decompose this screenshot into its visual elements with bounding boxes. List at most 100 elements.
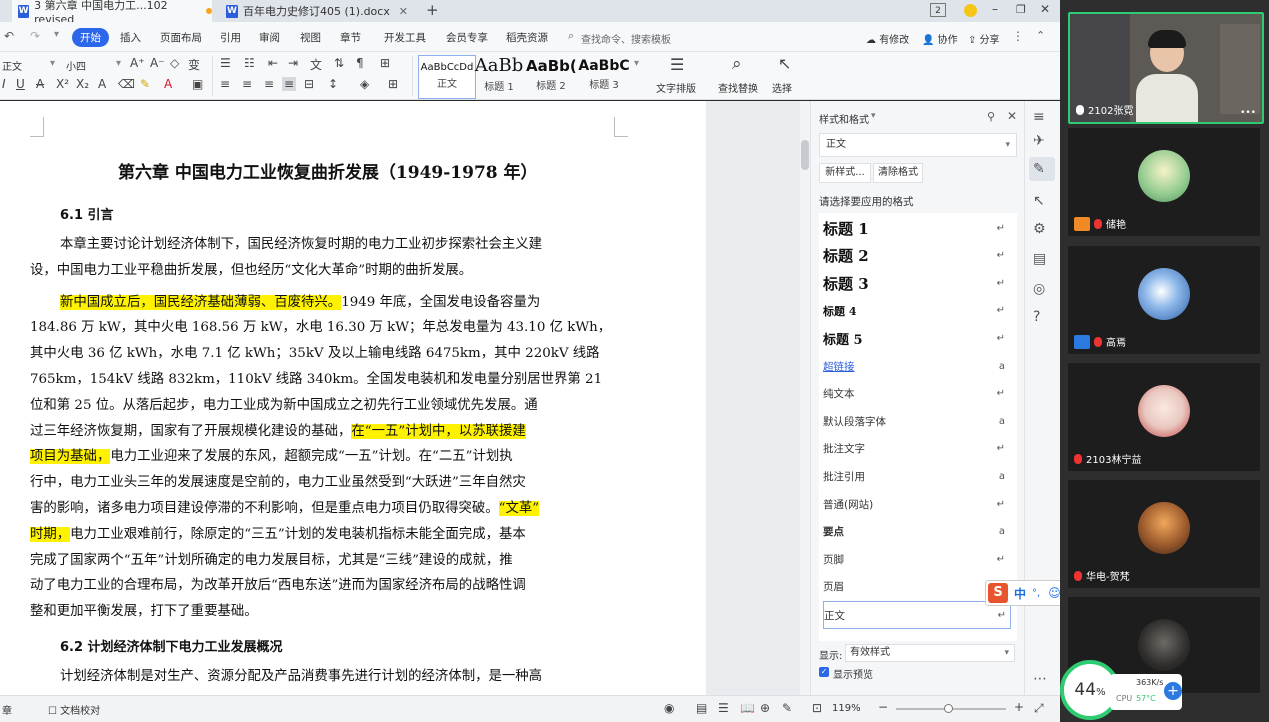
emoji-icon[interactable]: ☺ [1048, 586, 1061, 600]
new-style-button[interactable]: 新样式... [819, 163, 871, 183]
avatar[interactable] [964, 4, 977, 17]
style-normal[interactable]: AaBbCcDd 正文 [418, 55, 476, 99]
undo-icon[interactable]: ↶ [4, 29, 14, 43]
tab-developer[interactable]: 开发工具 [384, 30, 426, 45]
zoom-out-icon[interactable]: − [878, 700, 888, 714]
tab-member[interactable]: 会员专享 [446, 30, 488, 45]
style-item[interactable]: 默认段落字体 a [823, 408, 1009, 434]
text-effect-icon[interactable]: A [98, 77, 106, 91]
page-view-icon[interactable]: ▤ [696, 701, 707, 715]
restore-icon[interactable]: ❐ [1016, 3, 1026, 16]
font-grow-icon[interactable]: A⁺ [130, 56, 145, 70]
font-name-select[interactable]: 正文 [2, 58, 22, 73]
zoom-level[interactable]: 119% [832, 703, 861, 714]
highlight-icon[interactable]: ✎ [140, 77, 150, 91]
char-border-icon[interactable]: ▣ [192, 77, 203, 91]
zoom-in-icon[interactable]: + [1014, 700, 1024, 714]
numbered-list-icon[interactable]: ☷ [244, 56, 255, 70]
styles-expand-icon[interactable]: ▾ [634, 58, 639, 69]
tab-references[interactable]: 引用 [220, 30, 241, 45]
more-icon[interactable]: ••• [1240, 108, 1256, 118]
eye-icon[interactable]: ◉ [664, 701, 674, 715]
eraser-icon[interactable]: ⌫ [118, 77, 135, 91]
zoom-slider-handle[interactable] [944, 704, 953, 713]
more-icon[interactable]: ⋯ [1033, 671, 1047, 687]
style-item[interactable]: 普通(网站) ↵ [823, 491, 1009, 517]
style-item[interactable]: 页脚 ↵ [823, 546, 1009, 572]
superscript-icon[interactable]: X² [56, 77, 69, 91]
more-menu-icon[interactable]: ⋮ [1012, 29, 1024, 43]
video-tile[interactable]: 储艳 [1068, 128, 1260, 236]
underline-icon[interactable]: U [16, 77, 25, 91]
line-spacing-icon[interactable]: ↕ [328, 77, 338, 91]
style-item[interactable]: 标题 1 ↵ [823, 215, 1009, 241]
pinyin-icon[interactable]: 变 [188, 56, 200, 73]
pin-icon[interactable]: ⚲ [987, 110, 995, 123]
paragraph-icon[interactable]: ⊞ [380, 56, 390, 70]
style-item[interactable]: 批注引用 a [823, 463, 1009, 489]
tab-review[interactable]: 审阅 [259, 30, 280, 45]
tab-document-1[interactable]: W 3 第六章 中国电力工...102 revised [12, 0, 212, 26]
pointer-icon[interactable]: ↖ [1033, 193, 1045, 209]
style-item[interactable]: 纯文本 ↵ [823, 381, 1009, 407]
rocket-icon[interactable]: ✈ [1033, 133, 1045, 149]
tab-home[interactable]: 开始 [72, 28, 109, 47]
align-right-icon[interactable]: ≡ [264, 77, 274, 91]
style-item[interactable]: 要点 a [823, 519, 1009, 545]
collab-button[interactable]: 👤 协作 [922, 31, 958, 46]
distribute-icon[interactable]: ⊟ [304, 77, 314, 91]
video-tile[interactable]: 华电-贺梵 [1068, 480, 1260, 588]
ime-punct[interactable]: °, [1032, 588, 1040, 599]
tab-chapter[interactable]: 章节 [340, 30, 361, 45]
reading-view-icon[interactable]: 📖 [740, 701, 755, 715]
text-layout-button[interactable]: 文字排版 [656, 80, 696, 95]
shading-icon[interactable]: ◈ [360, 77, 369, 91]
video-tile[interactable]: 2103林宁益 [1068, 363, 1260, 471]
style-item[interactable]: 标题 2 ↵ [823, 243, 1009, 269]
vertical-scrollbar[interactable] [800, 101, 810, 695]
help-icon[interactable]: ? [1033, 309, 1040, 325]
web-view-icon[interactable]: ⊕ [760, 701, 770, 715]
status-chapter[interactable]: 章 [2, 702, 12, 717]
select-button[interactable]: 选择 [772, 80, 792, 95]
tab-docer[interactable]: 稻壳资源 [506, 30, 548, 45]
tab-insert[interactable]: 插入 [120, 30, 141, 45]
font-shrink-icon[interactable]: A⁻ [150, 56, 165, 70]
fullscreen-icon[interactable]: ⤢ [1034, 701, 1044, 716]
redo-icon[interactable]: ↷ [30, 29, 40, 43]
style-heading-2[interactable]: AaBb( 标题 2 [526, 55, 576, 97]
clear-format-button[interactable]: 清除格式 [873, 163, 923, 183]
border-icon[interactable]: ⊞ [388, 77, 398, 91]
location-icon[interactable]: ◎ [1033, 281, 1045, 297]
font-size-select[interactable]: 小四 [66, 58, 86, 73]
proofread-button[interactable]: ☐ 文档校对 [48, 702, 100, 717]
show-marks-icon[interactable]: ¶ [356, 56, 364, 70]
font-color-icon[interactable]: A [164, 77, 172, 91]
command-search[interactable]: 查找命令、搜索模板 [581, 31, 671, 46]
minimize-icon[interactable]: – [992, 2, 998, 16]
new-tab-button[interactable]: + [426, 1, 439, 19]
outline-view-icon[interactable]: ☰ [718, 701, 729, 715]
pen-icon[interactable]: ✎ [1033, 161, 1045, 177]
image-icon[interactable]: ▤ [1033, 251, 1046, 267]
align-left-icon[interactable]: ≡ [220, 77, 230, 91]
tab-document-2[interactable]: W 百年电力史修订405 (1).docx ✕ [220, 0, 416, 22]
close-icon[interactable]: ✕ [1007, 109, 1017, 123]
bullet-list-icon[interactable]: ☰ [220, 56, 231, 70]
tab-view[interactable]: 视图 [300, 30, 321, 45]
chinese-layout-icon[interactable]: 文 [310, 56, 322, 73]
style-item[interactable]: 正文 ↵ [823, 601, 1011, 630]
italic-icon[interactable]: I [2, 77, 6, 91]
style-item[interactable]: 页眉↵ [823, 574, 1009, 600]
style-item[interactable]: 标题 4 ↵ [823, 298, 1009, 324]
search-icon[interactable]: ⌕ [568, 29, 574, 43]
menu-icon[interactable]: ≡ [1033, 109, 1045, 125]
style-item[interactable]: 批注文字 ↵ [823, 436, 1009, 462]
show-preview-checkbox[interactable]: ✓ [819, 667, 829, 677]
scrollbar-thumb[interactable] [801, 140, 809, 170]
style-heading-3[interactable]: AaBbC 标题 3 [578, 55, 630, 97]
outdent-icon[interactable]: ⇤ [268, 56, 278, 70]
close-tab-icon[interactable]: ✕ [399, 5, 408, 18]
style-heading-1[interactable]: AaBb 标题 1 [474, 55, 524, 97]
video-tile[interactable]: 高焉 [1068, 246, 1260, 354]
